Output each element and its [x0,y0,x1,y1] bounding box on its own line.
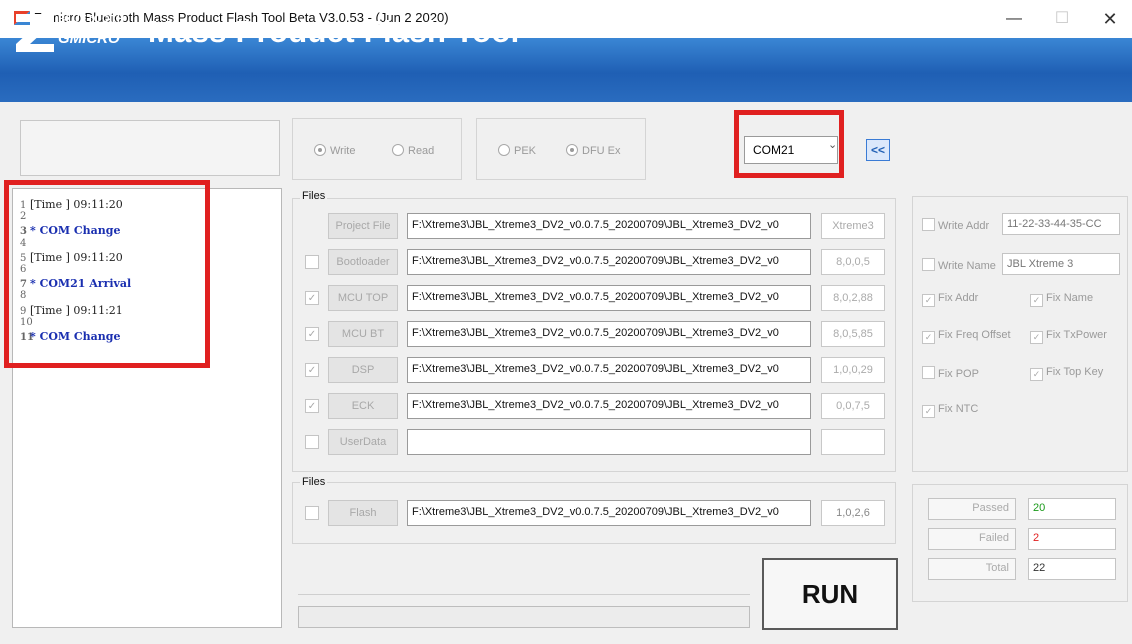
file-version [821,429,885,455]
file-version: 8,0,5,85 [821,321,885,347]
file-path-input[interactable]: F:\Xtreme3\JBL_Xtreme3_DV2_v0.0.7.5_2020… [407,213,811,239]
zgmicro-logo-icon [16,14,54,52]
file-version: 8,0,2,88 [821,285,885,311]
file-row-checkbox[interactable]: ✓ [305,399,319,413]
radio-dfu-label: DFU Ex [582,145,621,157]
close-button[interactable]: ✕ [1090,6,1130,32]
file-select-button[interactable]: ECK [328,393,398,419]
fix-top-key-label: Fix Top Key [1046,366,1104,378]
file-row-checkbox[interactable]: ✓ [305,363,319,377]
fix-addr-label: Fix Addr [938,292,979,304]
highlight-box-log [4,180,210,368]
fix-ntc-label: Fix NTC [938,403,979,415]
radio-dfu-ex[interactable]: DFU Ex [566,144,621,157]
option-write-name[interactable]: Write Name [922,258,996,272]
file-select-button[interactable]: Project File [328,213,398,239]
maximize-button[interactable]: ☐ [1042,6,1082,32]
passed-count: 20 [1028,498,1116,520]
option-write-addr[interactable]: Write Addr [922,218,989,232]
progress-divider [298,594,750,595]
files-group-label: Files [300,190,328,202]
fix-ntc-checkbox[interactable]: ✓ [922,405,935,418]
minimize-button[interactable]: — [994,6,1034,32]
status-display-box [20,120,280,176]
total-count: 22 [1028,558,1116,580]
file-select-button[interactable]: Bootloader [328,249,398,275]
logo-text-top: BLUETOOTH [58,14,125,25]
file-select-button[interactable]: MCU BT [328,321,398,347]
failed-label: Failed [928,528,1016,550]
highlight-box-com [734,110,844,178]
file-select-button[interactable]: UserData [328,429,398,455]
file-row-checkbox[interactable]: ✓ [305,327,319,341]
file-path-input[interactable]: F:\Xtreme3\JBL_Xtreme3_DV2_v0.0.7.5_2020… [407,357,811,383]
file-version: 1,0,0,29 [821,357,885,383]
radio-read[interactable]: Read [392,144,434,157]
flash-checkbox[interactable] [305,506,319,520]
fix-top-key-checkbox[interactable]: ✓ [1030,368,1043,381]
radio-read-label: Read [408,145,435,157]
fix-pop-checkbox[interactable] [922,366,935,379]
fix-name-checkbox[interactable]: ✓ [1030,294,1043,307]
file-path-input[interactable]: F:\Xtreme3\JBL_Xtreme3_DV2_v0.0.7.5_2020… [407,285,811,311]
file-version: 0,0,7,5 [821,393,885,419]
logo-text-bottom: GMICRO [58,30,120,47]
write-addr-input[interactable]: 11-22-33-44-35-CC [1002,213,1120,235]
flash-version: 1,0,2,6 [821,500,885,526]
flash-group-label: Files [300,476,328,488]
radio-pek-circle [498,144,510,156]
banner-title: Mass Product Flash Tool [148,14,520,49]
file-row-checkbox[interactable] [305,255,319,269]
write-name-checkbox[interactable] [922,258,935,271]
option-fix-addr[interactable]: ✓ Fix Addr [922,292,978,307]
radio-pek-label: PEK [514,145,537,157]
fix-pop-label: Fix POP [938,368,979,380]
write-name-label: Write Name [938,260,996,272]
flash-button[interactable]: Flash [328,500,398,526]
total-label: Total [928,558,1016,580]
file-path-input[interactable]: F:\Xtreme3\JBL_Xtreme3_DV2_v0.0.7.5_2020… [407,249,811,275]
file-version: 8,0,0,5 [821,249,885,275]
file-path-input[interactable]: F:\Xtreme3\JBL_Xtreme3_DV2_v0.0.7.5_2020… [407,321,811,347]
fix-freq-offset-label: Fix Freq Offset [938,329,1011,341]
option-fix-name[interactable]: ✓ Fix Name [1030,292,1093,307]
file-select-button[interactable]: MCU TOP [328,285,398,311]
progress-bar [298,606,750,628]
fix-txpower-label: Fix TxPower [1046,329,1107,341]
option-fix-pop[interactable]: Fix POP [922,366,979,380]
fix-freq-offset-checkbox[interactable]: ✓ [922,331,935,344]
option-fix-freq-offset[interactable]: ✓ Fix Freq Offset [922,329,1011,344]
file-row-checkbox[interactable] [305,435,319,449]
write-addr-checkbox[interactable] [922,218,935,231]
radio-write-label: Write [330,145,356,157]
failed-count: 2 [1028,528,1116,550]
radio-write-circle [314,144,326,156]
write-addr-label: Write Addr [938,220,990,232]
file-path-input[interactable]: F:\Xtreme3\JBL_Xtreme3_DV2_v0.0.7.5_2020… [407,393,811,419]
flash-path-input[interactable]: F:\Xtreme3\JBL_Xtreme3_DV2_v0.0.7.5_2020… [407,500,811,526]
fix-addr-checkbox[interactable]: ✓ [922,294,935,307]
passed-label: Passed [928,498,1016,520]
radio-dfu-circle [566,144,578,156]
radio-read-circle [392,144,404,156]
collapse-panel-button[interactable]: << [866,139,890,161]
write-name-input[interactable]: JBL Xtreme 3 [1002,253,1120,275]
run-button[interactable]: RUN [762,558,898,630]
fix-name-label: Fix Name [1046,292,1094,304]
option-fix-txpower[interactable]: ✓ Fix TxPower [1030,329,1107,344]
option-fix-top-key[interactable]: ✓ Fix Top Key [1030,366,1103,381]
radio-pek[interactable]: PEK [498,144,536,157]
option-fix-ntc[interactable]: ✓ Fix NTC [922,403,978,418]
radio-write[interactable]: Write [314,144,355,157]
file-row-checkbox[interactable]: ✓ [305,291,319,305]
file-version: Xtreme3 [821,213,885,239]
file-path-input[interactable] [407,429,811,455]
fix-txpower-checkbox[interactable]: ✓ [1030,331,1043,344]
file-select-button[interactable]: DSP [328,357,398,383]
